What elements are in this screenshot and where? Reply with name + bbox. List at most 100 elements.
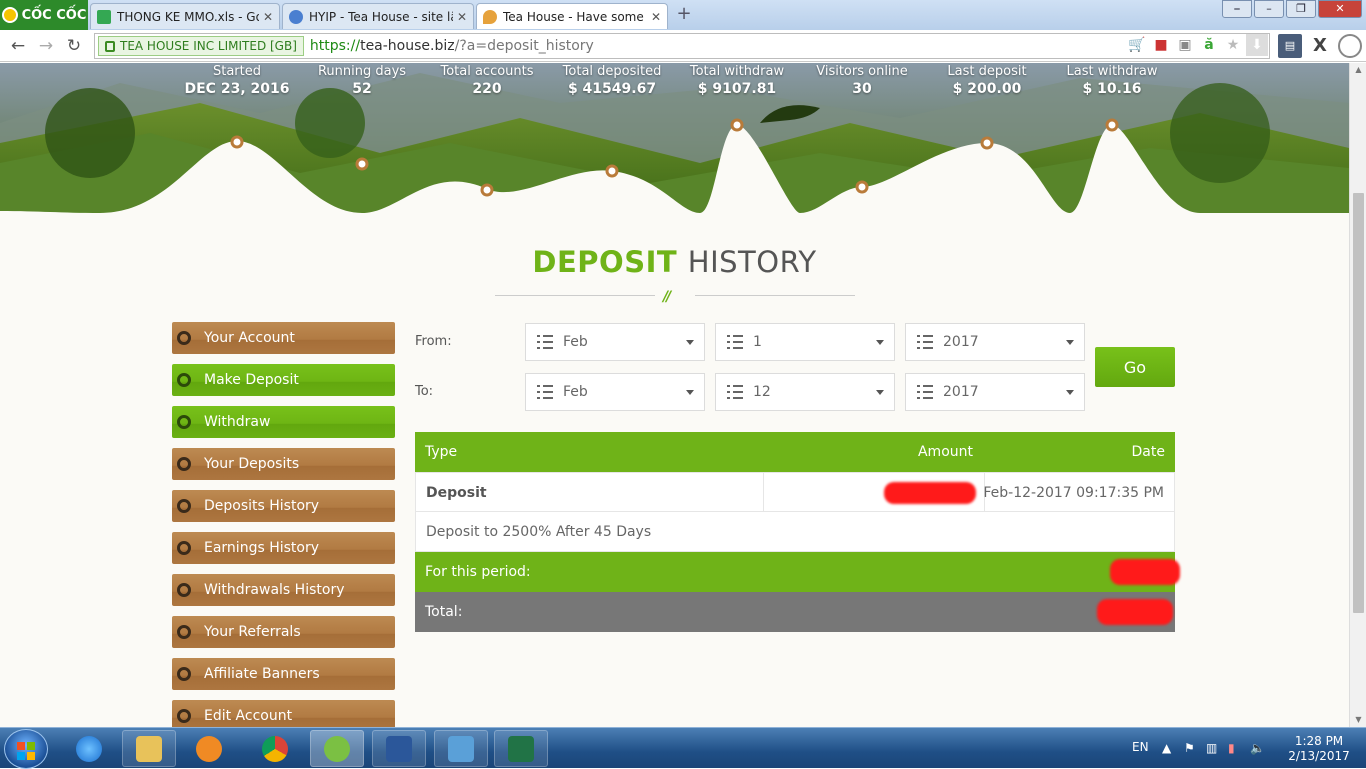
menu-affiliate-banners[interactable]: Affiliate Banners	[172, 658, 395, 690]
menu-deposits-history[interactable]: Deposits History	[172, 490, 395, 522]
bullet-ring-icon	[177, 625, 191, 639]
stat-last-withdraw: Last withdraw $ 10.16	[1066, 64, 1158, 97]
coccoc-logo-icon	[1, 7, 18, 23]
list-icon	[537, 385, 553, 399]
period-label: For this period:	[425, 564, 531, 580]
chrome-icon	[262, 735, 288, 762]
browser-menu-icons: ▤ X	[1272, 34, 1362, 58]
tab-tea-house[interactable]: Tea House - Have some te ✕	[476, 3, 668, 29]
extension-x-icon[interactable]: X	[1308, 34, 1332, 58]
stat-total-withdraw: Total withdraw $ 9107.81	[689, 64, 785, 97]
browser-tab-bar: CỐC CỐC THONG KE MMO.xls - Goo ✕ HYIP - …	[0, 0, 1366, 30]
media-player-icon	[196, 735, 222, 762]
start-button[interactable]	[4, 729, 48, 769]
tab-thong-ke[interactable]: THONG KE MMO.xls - Goo ✕	[90, 3, 280, 29]
taskbar-ie[interactable]	[62, 730, 116, 767]
list-icon	[917, 385, 933, 399]
translate-icon[interactable]: ▣	[1174, 34, 1196, 56]
browser-brand-label: CỐC CỐC	[21, 7, 87, 23]
period-total-row: For this period:	[415, 552, 1180, 592]
to-day-select[interactable]: 12	[715, 373, 895, 411]
block-icon[interactable]: ■	[1150, 34, 1172, 56]
menu-withdraw[interactable]: Withdraw	[172, 406, 395, 438]
user-icon[interactable]: ⎯	[1222, 0, 1252, 18]
dropdown-caret-icon	[1066, 340, 1074, 345]
bullet-ring-icon	[177, 583, 191, 597]
ev-certificate-badge[interactable]: TEA HOUSE INC LIMITED [GB]	[98, 36, 304, 56]
dropdown-caret-icon	[876, 390, 884, 395]
from-day-select[interactable]: 1	[715, 323, 895, 361]
url-text: https://tea-house.biz/?a=deposit_history	[309, 38, 594, 54]
taskbar-chrome[interactable]	[248, 730, 302, 767]
power-icon[interactable]: ▮	[1228, 741, 1242, 755]
new-tab-button[interactable]: +	[674, 5, 694, 24]
list-icon	[537, 335, 553, 349]
header-date: Date	[1131, 444, 1165, 460]
taskbar-clock[interactable]: 1:28 PM 2/13/2017	[1286, 734, 1352, 764]
extension-icons: 🛒 ■ ▣ ă ★ ⬇	[1124, 34, 1268, 56]
profile-circle-icon[interactable]	[1338, 34, 1362, 58]
back-arrow-icon[interactable]: ←	[8, 36, 28, 56]
notification-icon[interactable]: ▤	[1278, 34, 1302, 58]
dropdown-caret-icon	[686, 340, 694, 345]
taskbar-explorer[interactable]	[122, 730, 176, 767]
taskbar-photos[interactable]	[434, 730, 488, 767]
forward-arrow-icon[interactable]: →	[36, 36, 56, 56]
taskbar-media[interactable]	[182, 730, 236, 767]
hero-banner: Started DEC 23, 2016 Running days 52 Total…	[0, 63, 1349, 213]
flag-icon[interactable]: ⚑	[1184, 741, 1198, 755]
plan-row: Deposit to 2500% After 45 Days	[415, 512, 1175, 552]
menu-earnings-history[interactable]: Earnings History	[172, 532, 395, 564]
tab-close-icon[interactable]: ✕	[263, 10, 273, 24]
list-icon	[917, 335, 933, 349]
to-month-select[interactable]: Feb	[525, 373, 705, 411]
vietnamese-input-icon[interactable]: ă	[1198, 34, 1220, 56]
list-icon	[727, 335, 743, 349]
tray-expand-icon[interactable]: ▲	[1162, 741, 1176, 755]
coccoc-icon	[324, 735, 350, 762]
menu-withdrawals-history[interactable]: Withdrawals History	[172, 574, 395, 606]
volume-icon[interactable]: 🔈	[1250, 741, 1265, 755]
minimize-icon[interactable]: –	[1254, 0, 1284, 18]
redacted-total-amount	[1097, 599, 1173, 625]
scrollbar-thumb[interactable]	[1353, 193, 1364, 613]
menu-edit-account[interactable]: Edit Account	[172, 700, 395, 727]
to-year-select[interactable]: 2017	[905, 373, 1085, 411]
total-label: Total:	[425, 604, 463, 620]
window-controls: ⎯ – ❐ ✕	[1220, 0, 1362, 18]
bullet-ring-icon	[177, 499, 191, 513]
taskbar-excel[interactable]	[494, 730, 548, 767]
network-icon[interactable]: ▥	[1206, 741, 1220, 755]
tab-close-icon[interactable]: ✕	[651, 10, 661, 24]
bookmark-star-icon[interactable]: ★	[1222, 34, 1244, 56]
menu-your-referrals[interactable]: Your Referrals	[172, 616, 395, 648]
bullet-ring-icon	[177, 415, 191, 429]
url-input[interactable]: TEA HOUSE INC LIMITED [GB] https://tea-h…	[94, 33, 1270, 59]
reload-icon[interactable]: ↻	[64, 36, 84, 56]
scroll-up-icon[interactable]: ▲	[1350, 63, 1366, 77]
from-month-select[interactable]: Feb	[525, 323, 705, 361]
tab-hyip[interactable]: HYIP - Tea House - site lãi ✕	[282, 3, 474, 29]
browser-brand-button[interactable]: CỐC CỐC	[0, 0, 88, 30]
tab-close-icon[interactable]: ✕	[457, 10, 467, 24]
menu-your-account[interactable]: Your Account	[172, 322, 395, 354]
menu-your-deposits[interactable]: Your Deposits	[172, 448, 395, 480]
window-close-icon[interactable]: ✕	[1318, 0, 1362, 18]
dropdown-caret-icon	[1066, 390, 1074, 395]
windows-taskbar: EN ▲ ⚑ ▥ ▮ 🔈 1:28 PM 2/13/2017	[0, 727, 1366, 769]
taskbar-coccoc[interactable]	[310, 730, 364, 767]
word-icon	[386, 735, 412, 762]
scroll-down-icon[interactable]: ▼	[1350, 713, 1366, 727]
language-indicator[interactable]: EN	[1132, 740, 1149, 754]
cart-icon[interactable]: 🛒	[1126, 34, 1148, 56]
from-label: From:	[415, 334, 452, 349]
taskbar-word[interactable]	[372, 730, 426, 767]
deposit-history-table: Type Amount Date Deposit Feb-12-2017 09:…	[415, 432, 1180, 632]
menu-make-deposit[interactable]: Make Deposit	[172, 364, 395, 396]
go-button[interactable]: Go	[1095, 347, 1175, 387]
maximize-icon[interactable]: ❐	[1286, 0, 1316, 18]
from-year-select[interactable]: 2017	[905, 323, 1085, 361]
page-scrollbar[interactable]: ▲ ▼	[1349, 63, 1366, 727]
download-icon[interactable]: ⬇	[1246, 34, 1268, 56]
bullet-ring-icon	[177, 709, 191, 723]
